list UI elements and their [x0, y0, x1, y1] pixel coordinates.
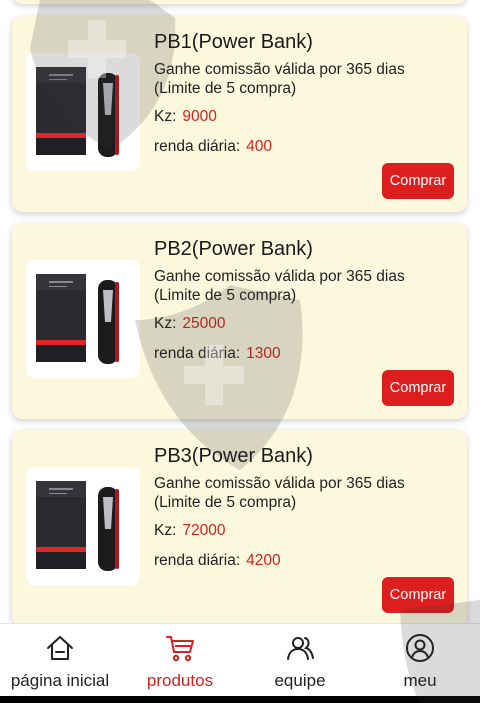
- bottom-navigation: página inicial produtos equipe meu: [0, 623, 480, 697]
- product-card: PB2(Power Bank) Ganhe comissão válida po…: [12, 223, 467, 419]
- daily-income-value: 400: [246, 138, 273, 155]
- product-name: PB1(Power Bank): [154, 31, 313, 53]
- price-label: Kz:: [154, 108, 177, 125]
- product-card: PB1(Power Bank) Ganhe comissão válida po…: [12, 16, 467, 212]
- price-label: Kz:: [154, 522, 177, 539]
- daily-income-label: renda diária:: [154, 552, 241, 569]
- profile-icon: [406, 634, 434, 662]
- team-icon: [287, 637, 314, 660]
- cart-icon: [166, 636, 194, 662]
- daily-income-value: 1300: [246, 345, 281, 362]
- buy-button[interactable]: Comprar: [382, 370, 454, 406]
- product-description: Ganhe comissão válida por 365 dias (Limi…: [154, 268, 405, 304]
- product-description: Ganhe comissão válida por 365 dias (Limi…: [154, 475, 405, 511]
- power-bank-image: [26, 53, 140, 171]
- home-icon: [47, 636, 73, 660]
- nav-label-products: produtos: [146, 671, 214, 690]
- nav-label-home: página inicial: [10, 671, 110, 690]
- product-description: Ganhe comissão válida por 365 dias (Limi…: [154, 61, 405, 97]
- nav-item-products[interactable]: produtos: [120, 624, 240, 697]
- price-value: 9000: [182, 108, 217, 125]
- product-name: PB3(Power Bank): [154, 445, 313, 467]
- power-bank-image: [26, 467, 140, 585]
- product-card: PB3(Power Bank) Ganhe comissão válida po…: [12, 430, 467, 626]
- nav-item-team[interactable]: equipe: [240, 624, 360, 697]
- daily-income-value: 4200: [246, 552, 281, 569]
- daily-income-row: renda diária: 4200: [154, 552, 281, 570]
- power-bank-image: [26, 260, 140, 378]
- daily-income-label: renda diária:: [154, 345, 241, 362]
- price-label: Kz:: [154, 315, 177, 332]
- nav-label-profile: meu: [403, 671, 437, 690]
- nav-label-team: equipe: [274, 671, 326, 690]
- previous-product-card-edge: [12, 0, 467, 4]
- buy-button[interactable]: Comprar: [382, 163, 454, 199]
- daily-income-row: renda diária: 400: [154, 138, 272, 156]
- daily-income-row: renda diária: 1300: [154, 345, 281, 363]
- product-name: PB2(Power Bank): [154, 238, 313, 260]
- nav-item-profile[interactable]: meu: [360, 624, 480, 697]
- system-bottom-bar: [0, 696, 480, 703]
- buy-button[interactable]: Comprar: [382, 577, 454, 613]
- price-row: Kz: 72000: [154, 522, 226, 540]
- price-value: 72000: [182, 522, 226, 539]
- nav-item-home[interactable]: página inicial: [0, 624, 120, 697]
- daily-income-label: renda diária:: [154, 138, 241, 155]
- price-row: Kz: 25000: [154, 315, 226, 333]
- price-value: 25000: [182, 315, 226, 332]
- price-row: Kz: 9000: [154, 108, 217, 126]
